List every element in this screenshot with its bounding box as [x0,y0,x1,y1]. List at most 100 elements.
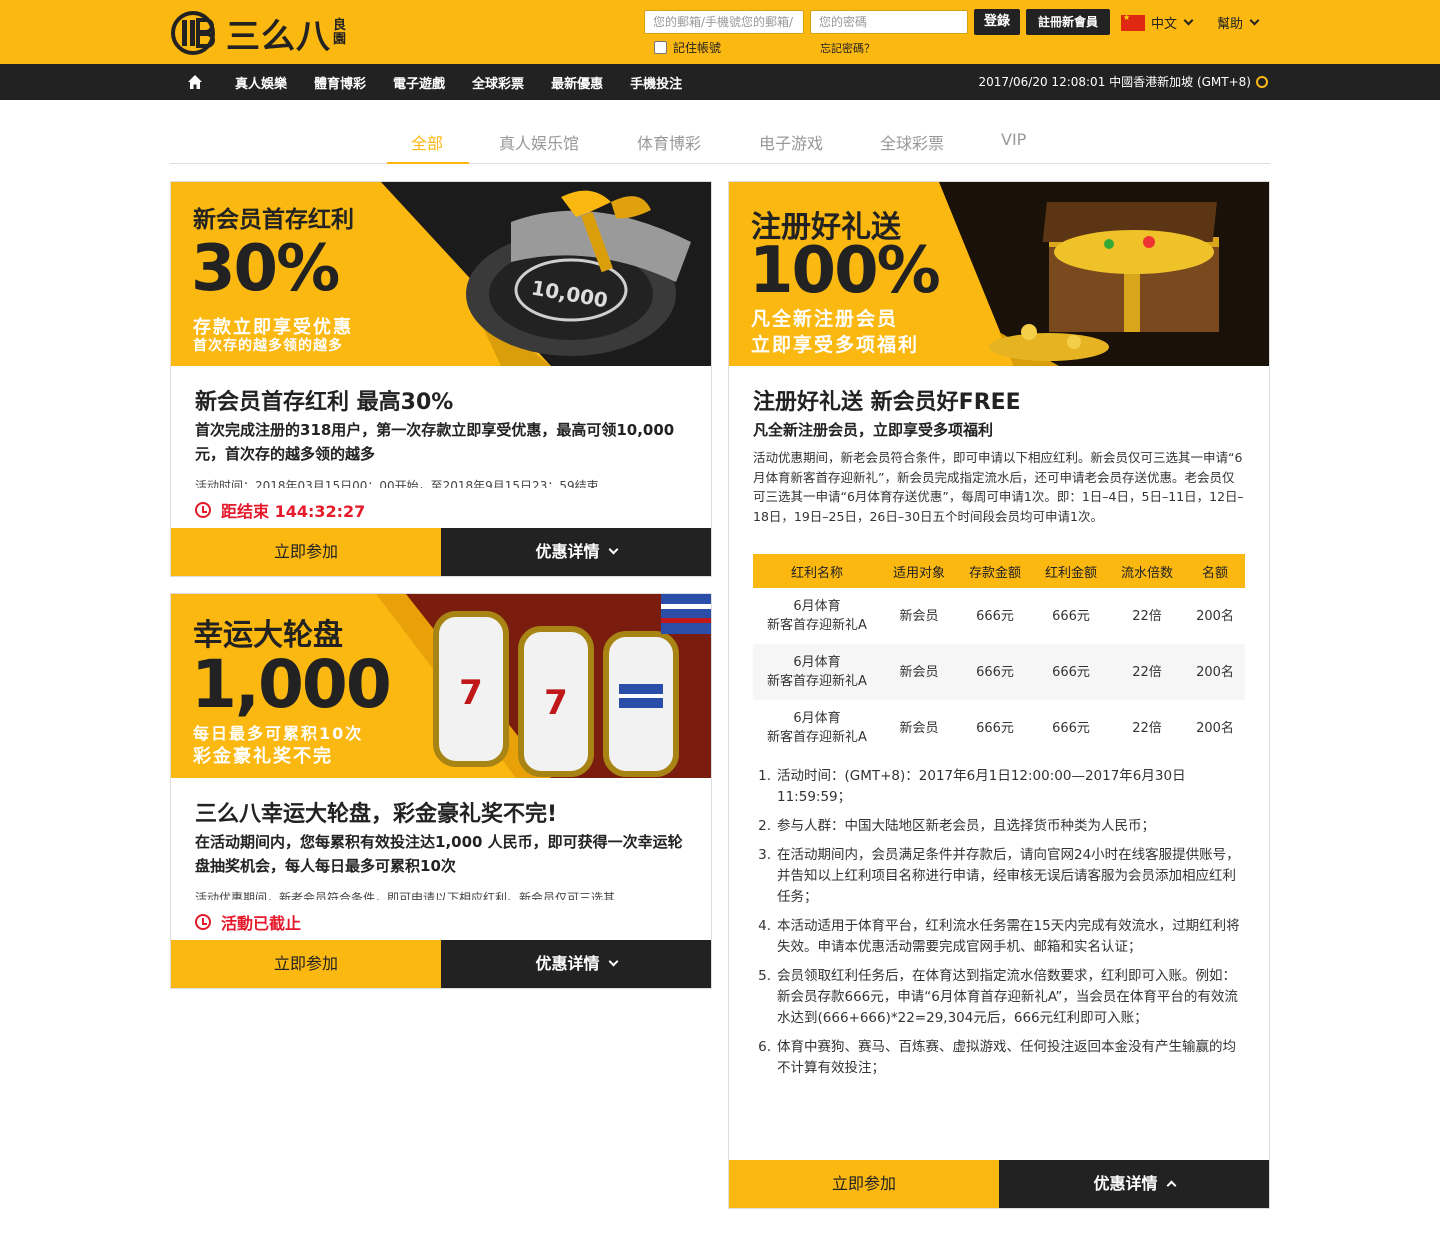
terms-list: 1. 活动时间：(GMT+8)：2017年6月1日12:00:00—2017年6月… [753,766,1245,1087]
table-row: 6月体育 新客首存迎新礼A 新会员 666元 666元 22倍 200名 [753,588,1245,644]
table-cell: 666元 [976,720,1014,736]
chevron-down-icon [1183,15,1194,26]
list-item: 1. 活动时间：(GMT+8)：2017年6月1日12:00:00—2017年6月… [758,768,1186,805]
table-header-row: 红利名称 适用对象 存款金额 红利金额 流水倍数 名额 [753,554,1245,588]
nav-mobile[interactable]: 手機投注 [630,73,682,92]
language-selector[interactable]: 中文 [1121,13,1194,32]
promo-title: 三么八幸运大轮盘，彩金豪礼奖不完! [195,802,558,827]
help-label: 幫助 [1217,17,1244,32]
col-header: 流水倍数 [1109,554,1185,588]
col-header: 红利金额 [1033,554,1109,588]
table-cell: 666元 [957,644,1033,700]
home-icon[interactable] [187,74,203,90]
logo-subtext: 良園 [333,18,347,47]
promo-subtitle: 在活动期间内，您每累积有效投注达1,000 人民币，即可获得一次幸运轮盘抽奖机会… [195,833,683,875]
nav-live-casino[interactable]: 真人娛樂 [235,73,287,92]
banner-line-1: 凡全新注册会员 [751,308,899,330]
banner-big-number: 30% [191,232,340,306]
status-text: 活動已截止 [221,914,302,933]
col-header: 名额 [1185,554,1245,588]
table-cell: 6月体育 新客首存迎新礼A [753,644,881,700]
promo-description: 活动优惠期间，新老会员符合条件，即可申请以下相应红利。新会员仅可三选其一申请“6… [753,450,1244,524]
details-label: 优惠详情 [535,954,600,973]
details-label: 优惠详情 [535,542,600,561]
table-cell: 22倍 [1109,644,1185,700]
tab-all[interactable]: 全部 [411,130,443,154]
list-item: 3. 在活动期间内，会员满足条件并存款后，请向官网24小时在线客服提供账号，并告知… [758,847,1240,905]
bonus-table: 红利名称 适用对象 存款金额 红利金额 流水倍数 名额 6月体育 新客首存迎新礼A… [753,554,1245,756]
table-cell: 6月体育 新客首存迎新礼A [767,599,867,633]
list-item: 2. 参与人群：中国大陆地区新老会员，且选择货币种类为人民币； [758,818,1155,834]
datetime-text: 2017/06/20 12:08:01 中國香港新加坡 (GMT+8) [978,75,1251,89]
promo-status: 活動已截止 [195,910,301,934]
details-label: 优惠详情 [1093,1174,1158,1193]
details-button[interactable]: 优惠详情 [441,528,711,576]
tab-lottery[interactable]: 全球彩票 [880,130,944,154]
banner-line-2: 立即享受多项福利 [751,334,920,356]
promo-banner[interactable]: 7 7 幸运大轮盘 1,000 每日最多可累积10次 彩金豪礼奖不完 [171,594,711,778]
table-row: 6月体育 新客首存迎新礼A 新会员 666元 666元 22倍 200名 [753,700,1245,756]
nav-promotions[interactable]: 最新優惠 [551,73,603,92]
svg-text:7: 7 [544,683,568,723]
tab-live-casino[interactable]: 真人娱乐馆 [499,130,579,154]
tab-sports[interactable]: 体育博彩 [637,130,701,154]
password-input[interactable]: 您的密碼 [810,10,968,34]
col-header: 红利名称 [753,554,881,588]
login-button[interactable]: 登錄 [974,9,1020,35]
clock-icon [195,914,211,930]
site-logo[interactable]: 三么八 良園 [170,10,349,57]
register-button[interactable]: 註冊新會員 [1026,9,1110,35]
clock-icon [195,502,211,518]
banner-title: 新会员首存红利 [193,207,354,233]
promo-card-register-bonus: 注册好礼送 100% 凡全新注册会员 立即享受多项福利 注册好礼送 新会员好FR… [728,181,1270,1209]
tab-vip[interactable]: VIP [1001,130,1026,149]
table-cell: 666元 [1052,720,1090,736]
table-cell: 6月体育 新客首存迎新礼A [767,711,867,745]
details-button[interactable]: 优惠详情 [999,1160,1269,1208]
nav-sports[interactable]: 體育博彩 [314,73,366,92]
details-button[interactable]: 优惠详情 [441,940,711,988]
table-cell: 新会员 [899,608,939,624]
col-header: 存款金额 [957,554,1033,588]
banner-line-2: 首次存的越多领的越多 [193,338,343,354]
list-item: 4. 本活动适用于体育平台，红利流水任务需在15天内完成有效流水，过期红利将失效。… [758,918,1240,955]
promo-banner[interactable]: 新会员首存红利 30% 存款立即享受优惠 首次存的越多领的越多 10,000 [171,182,711,366]
promo-description: 活动时间：2018年03月15日00：00开始，至2018年9月15日23：59… [195,479,599,488]
language-label: 中文 [1151,17,1178,32]
tab-games[interactable]: 电子游戏 [759,130,823,154]
table-row: 6月体育 新客首存迎新礼A 新会员 666元 666元 22倍 200名 [753,644,1245,700]
banner-big-number: 100% [749,234,941,308]
forgot-password-link[interactable]: 忘記密碼？ [820,40,875,56]
join-button[interactable]: 立即参加 [171,528,441,576]
active-tab-indicator [387,162,469,164]
table-cell: 22倍 [1132,720,1162,736]
top-header: 三么八 良園 您的郵箱/手機號您的郵箱/ 您的密碼 登錄 註冊新會員 記住帳號 … [0,0,1440,64]
promo-title: 新会员首存红利 最高30% [195,390,454,415]
remember-account[interactable]: 記住帳號 [654,39,721,56]
join-button[interactable]: 立即参加 [171,940,441,988]
join-button[interactable]: 立即参加 [729,1160,999,1208]
table-cell: 新会员 [899,720,939,736]
promo-banner[interactable]: 注册好礼送 100% 凡全新注册会员 立即享受多项福利 [729,182,1269,366]
main-nav: 真人娛樂 體育博彩 電子遊戲 全球彩票 最新優惠 手機投注 2017/06/20… [0,64,1440,100]
category-tabs: 全部 真人娱乐馆 体育博彩 电子游戏 全球彩票 VIP [170,118,1270,164]
promo-description: 活动优惠期间，新老会员符合条件，即可申请以下相应红利。新会员仅可三选其 [195,891,616,900]
table-cell: 新会员 [881,644,957,700]
countdown-text: 距结束 144:32:27 [221,502,366,521]
promo-countdown: 距结束 144:32:27 [195,498,365,522]
list-item: 5. 会员领取红利任务后，在体育达到指定流水倍数要求，红利即可入账。例如：新会员存… [758,968,1238,1026]
email-input[interactable]: 您的郵箱/手機號您的郵箱/ [644,10,804,34]
promo-title: 注册好礼送 新会员好FREE [753,390,1021,415]
table-cell: 200名 [1185,644,1245,700]
table-cell: 200名 [1196,608,1234,624]
nav-games[interactable]: 電子遊戲 [393,73,445,92]
promo-card-first-deposit: 新会员首存红利 30% 存款立即享受优惠 首次存的越多领的越多 10,000 新… [170,181,712,577]
remember-checkbox[interactable] [654,41,667,54]
table-cell: 666元 [976,608,1014,624]
clock-icon [1256,76,1268,88]
list-item: 6. 体育中赛狗、赛马、百炼赛、虚拟游戏、任何投注返回本金没有产生输赢的均不计算有… [758,1039,1236,1076]
china-flag-icon [1121,13,1145,31]
nav-lottery[interactable]: 全球彩票 [472,73,524,92]
chevron-down-icon [608,544,618,555]
help-menu[interactable]: 幫助 [1217,13,1260,32]
